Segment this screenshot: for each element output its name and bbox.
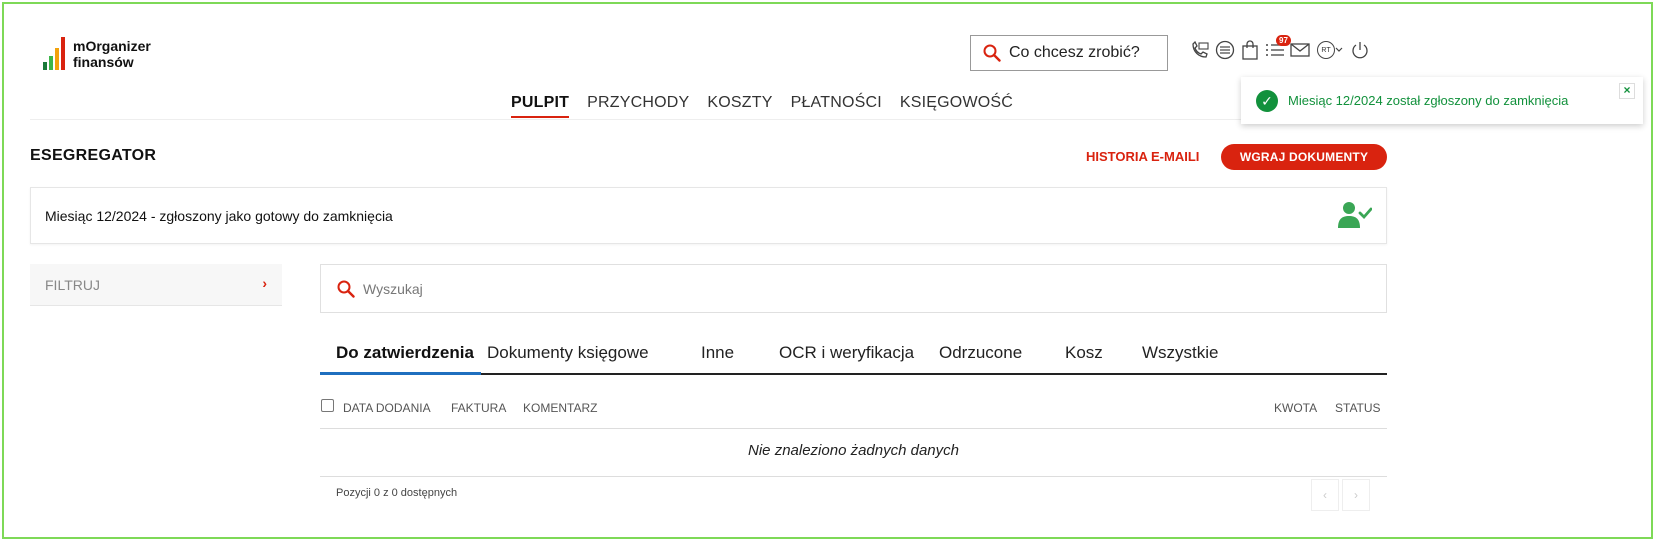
tab-kosz[interactable]: Kosz [1065,343,1103,363]
select-all-checkbox[interactable] [321,399,334,412]
search-placeholder: Wyszukaj [363,281,423,297]
nav-platnosci[interactable]: PŁATNOŚCI [791,94,882,118]
chevron-right-icon: › [262,275,267,291]
power-icon[interactable] [1350,40,1370,60]
shopping-bag-icon[interactable] [1240,40,1260,60]
logo-bars-icon [43,37,65,70]
logo-text: mOrganizer finansów [73,38,151,70]
global-search-box[interactable]: Co chcesz zrobić? [970,35,1168,71]
pagination: ‹ › [1311,479,1370,511]
notifications-badge: 97 [1276,35,1291,46]
global-search-label: Co chcesz zrobić? [1009,44,1140,61]
search-icon [337,280,355,298]
settings-sliders-icon[interactable] [1215,40,1235,60]
phone-icon[interactable] [1190,40,1210,60]
month-status-panel: Miesiąc 12/2024 - zgłoszony jako gotowy … [30,187,1387,244]
app-logo[interactable]: mOrganizer finansów [43,37,151,70]
col-komentarz[interactable]: KOMENTARZ [523,401,597,415]
logo-line2: finansów [73,54,134,70]
task-list-icon[interactable]: 97 [1265,35,1291,60]
col-faktura[interactable]: FAKTURA [451,401,506,415]
table-header: DATA DODANIA FAKTURA KOMENTARZ KWOTA STA… [320,398,1387,429]
nav-przychody[interactable]: PRZYCHODY [587,94,689,118]
search-icon [983,44,1001,62]
tab-inne[interactable]: Inne [701,343,734,363]
logo-line1: mOrganizer [73,38,151,54]
empty-table-message: Nie znaleziono żadnych danych [320,428,1387,477]
toast-notification: ✓ Miesiąc 12/2024 został zgłoszony do za… [1241,77,1643,124]
tab-odrzucone[interactable]: Odrzucone [939,343,1022,363]
nav-divider [30,119,1386,120]
tab-wszystkie[interactable]: Wszystkie [1142,343,1219,363]
page-title: ESEGREGATOR [30,147,157,164]
tab-ocr-weryfikacja[interactable]: OCR i weryfikacja [779,343,914,363]
upload-documents-button[interactable]: WGRAJ DOKUMENTY [1221,144,1387,170]
main-nav: PULPIT PRZYCHODY KOSZTY PŁATNOŚCI KSIĘGO… [511,94,1013,118]
tab-dokumenty-ksiegowe[interactable]: Dokumenty księgowe [487,343,649,363]
document-search-input[interactable]: Wyszukaj [320,264,1387,313]
toast-message: Miesiąc 12/2024 został zgłoszony do zamk… [1288,93,1569,108]
check-circle-icon: ✓ [1256,90,1278,112]
nav-ksiegowosc[interactable]: KSIĘGOWOŚĆ [900,94,1013,118]
email-history-link[interactable]: HISTORIA E-MAILI [1086,149,1199,164]
nav-koszty[interactable]: KOSZTY [707,94,772,118]
next-page-button[interactable]: › [1342,479,1370,511]
col-data-dodania[interactable]: DATA DODANIA [343,401,431,415]
chevron-down-icon [1335,47,1343,52]
user-menu[interactable]: RT [1315,40,1345,60]
month-status-text: Miesiąc 12/2024 - zgłoszony jako gotowy … [45,208,393,224]
document-tabs: Do zatwierdzenia Dokumenty księgowe Inne… [320,332,1387,375]
pagination-info: Pozycji 0 z 0 dostępnych [336,487,458,499]
avatar: RT [1317,41,1335,59]
col-status[interactable]: STATUS [1335,401,1381,415]
toast-close-button[interactable]: × [1619,83,1635,99]
filter-label: FILTRUJ [45,277,100,293]
col-kwota[interactable]: KWOTA [1274,401,1317,415]
mail-icon[interactable] [1290,40,1310,60]
tab-do-zatwierdzenia[interactable]: Do zatwierdzenia [336,343,474,363]
prev-page-button[interactable]: ‹ [1311,479,1339,511]
header-icons: 97 RT [1190,35,1370,60]
active-tab-indicator [320,372,481,375]
nav-pulpit[interactable]: PULPIT [511,94,570,118]
filter-toggle[interactable]: FILTRUJ › [30,264,282,306]
user-check-icon [1338,202,1372,228]
